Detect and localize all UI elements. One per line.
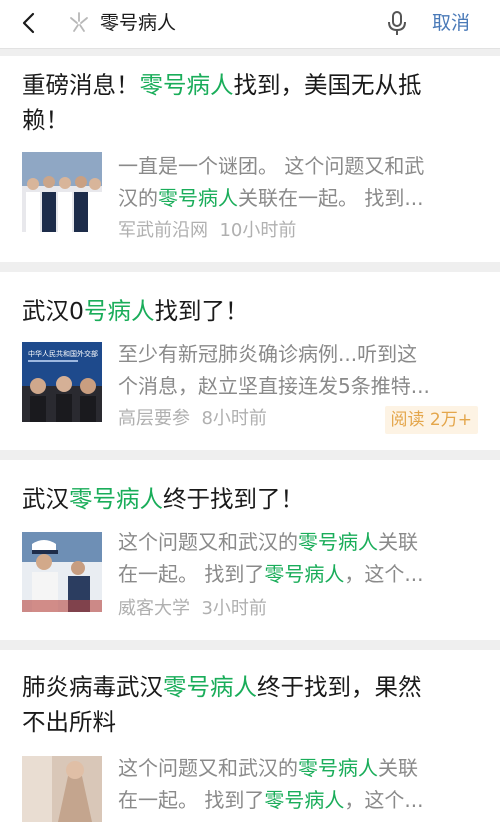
result-snippet: 一直是一个谜团。 这个问题又和武 [118,150,478,182]
result-title[interactable]: 武汉0号病人找到了！ [22,294,482,329]
title-text: 终于找到，果然 [257,673,422,701]
title-highlight: 号病人 [83,297,155,325]
source-name: 威客大学 [118,598,190,619]
title-text: 武汉 [22,485,69,513]
result-card[interactable]: 武汉零号病人终于找到了！ 这个问题又和武汉的零号病人关联 在一起。 找到了零号病… [0,460,500,640]
article-image [22,756,102,822]
title-text: 赖！ [22,106,69,134]
title-text: 重磅消息！ [22,71,140,99]
search-bar: 零号病人 取消 [0,0,500,49]
result-card[interactable]: 重磅消息！零号病人找到，美国无从抵 赖！ 一直是一个谜团。 这个问题又和武 汉的零… [0,56,500,262]
result-snippet: 汉的零号病人关联在一起。 找到... [118,182,478,214]
snippet-text: 汉的 [118,186,158,210]
title-highlight: 零号病人 [139,71,234,99]
result-snippet: 这个问题又和武汉的零号病人关联 [118,752,478,784]
result-meta: 威客大学 3小时前 [118,596,267,622]
result-snippet: 在一起。 找到了零号病人，这个... [118,558,478,590]
title-text: 找到，美国无从抵 [233,71,422,99]
microphone-icon[interactable] [386,9,408,37]
title-text: 武汉0 [22,297,84,325]
title-text: 找到了！ [154,297,249,325]
result-title[interactable]: 肺炎病毒武汉零号病人终于找到，果然不出所料 [22,670,482,740]
source-name: 高层要参 [118,408,190,429]
result-title[interactable]: 武汉零号病人终于找到了！ [22,482,482,517]
snippet-text: 一直是一个谜团。 这个问题又和武 [118,154,425,178]
press-conference-image: 中华人民共和国外交部 [22,342,102,422]
result-snippet: 至少有新冠肺炎确诊病例...听到这 [118,342,418,366]
result-thumbnail [22,756,102,822]
snippet-highlight: 零号病人 [158,186,238,210]
search-input[interactable]: 零号病人 [100,9,176,37]
title-highlight: 零号病人 [163,673,257,701]
result-card[interactable]: 肺炎病毒武汉零号病人终于找到，果然 不出所料 这个问题又和武汉的零号病人关联 在一… [0,650,500,822]
snippet-highlight: 零号病人 [264,788,345,812]
title-text: 不出所料 [22,708,116,736]
snippet-text: 关联在一起。 找到... [238,186,424,210]
snippet-text: 关联 [378,530,418,554]
snippet-highlight: 零号病人 [298,756,378,780]
post-time: 8小时前 [201,408,267,429]
title-highlight: 零号病人 [69,485,163,513]
title-text: 肺炎病毒武汉 [22,673,163,701]
source-name: 军武前沿网 [118,220,208,241]
result-meta: 军武前沿网 10小时前 [118,218,296,244]
thumb-caption: 中华人民共和国外交部 [28,349,98,358]
snippet-text: 这个问题又和武汉的 [118,756,298,780]
result-snippet: 这个问题又和武汉的零号病人关联 [118,526,478,558]
snippet-text: 在一起。 找到了 [118,788,265,812]
result-thumbnail [22,152,102,232]
read-count-badge: 阅读 2万+ [384,406,478,434]
result-snippet: 个消息，赵立坚直接连发5条推特... [118,374,430,398]
result-thumbnail: 中华人民共和国外交部 [22,342,102,422]
search-icon [70,12,88,32]
back-arrow-icon[interactable] [16,9,44,37]
result-meta: 高层要参 8小时前 [118,406,267,432]
result-snippet: 在一起。 找到了零号病人，这个... [118,784,478,816]
snippet-text: 在一起。 找到了 [118,562,265,586]
title-text: 终于找到了！ [163,485,304,513]
soldiers-image [22,532,102,612]
snippet-highlight: 零号病人 [264,562,345,586]
snippet-highlight: 零号病人 [298,530,378,554]
post-time: 3小时前 [201,598,267,619]
result-thumbnail [22,532,102,612]
post-time: 10小时前 [219,220,297,241]
snippet-text: ，这个... [344,788,424,812]
result-card[interactable]: 武汉0号病人找到了！ 中华人民共和国外交部 至少有新冠肺炎确诊病例...听到这 … [0,272,500,450]
cancel-button[interactable]: 取消 [432,9,470,37]
snippet-text: ，这个... [344,562,424,586]
snippet-text: 关联 [378,756,418,780]
navy-officers-image [22,152,102,232]
result-title[interactable]: 重磅消息！零号病人找到，美国无从抵赖！ [22,68,482,138]
snippet-text: 这个问题又和武汉的 [118,530,298,554]
